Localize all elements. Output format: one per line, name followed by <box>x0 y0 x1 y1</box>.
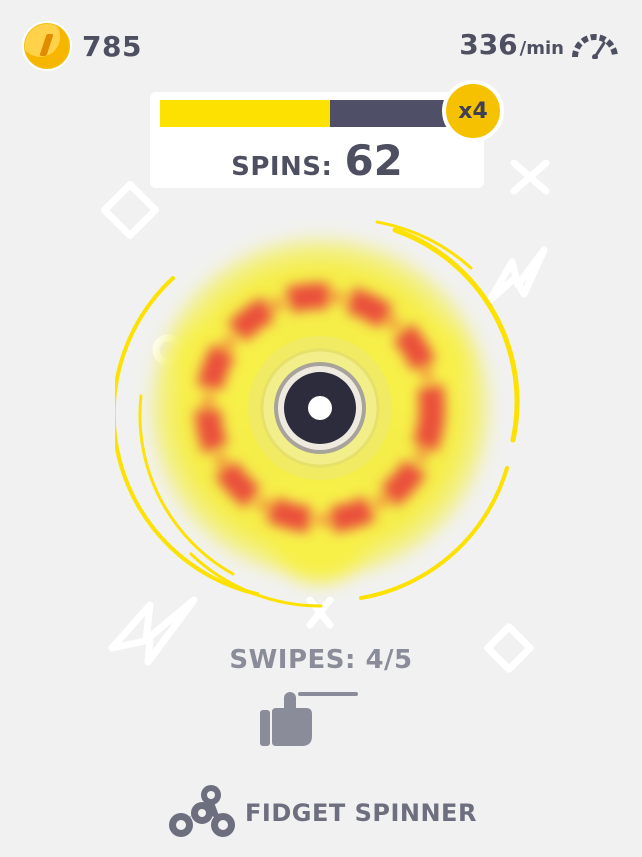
app-logo: FIDGET SPINNER <box>167 785 477 841</box>
swipe-hand-icon <box>260 692 358 746</box>
cross-shape-icon <box>510 159 550 195</box>
swipes-counter: SWIPES: 4/5 <box>229 645 413 675</box>
fidget-spinner-logo-icon <box>169 785 235 837</box>
fidget-spinner[interactable] <box>115 208 525 618</box>
app-title: FIDGET SPINNER <box>245 799 477 827</box>
